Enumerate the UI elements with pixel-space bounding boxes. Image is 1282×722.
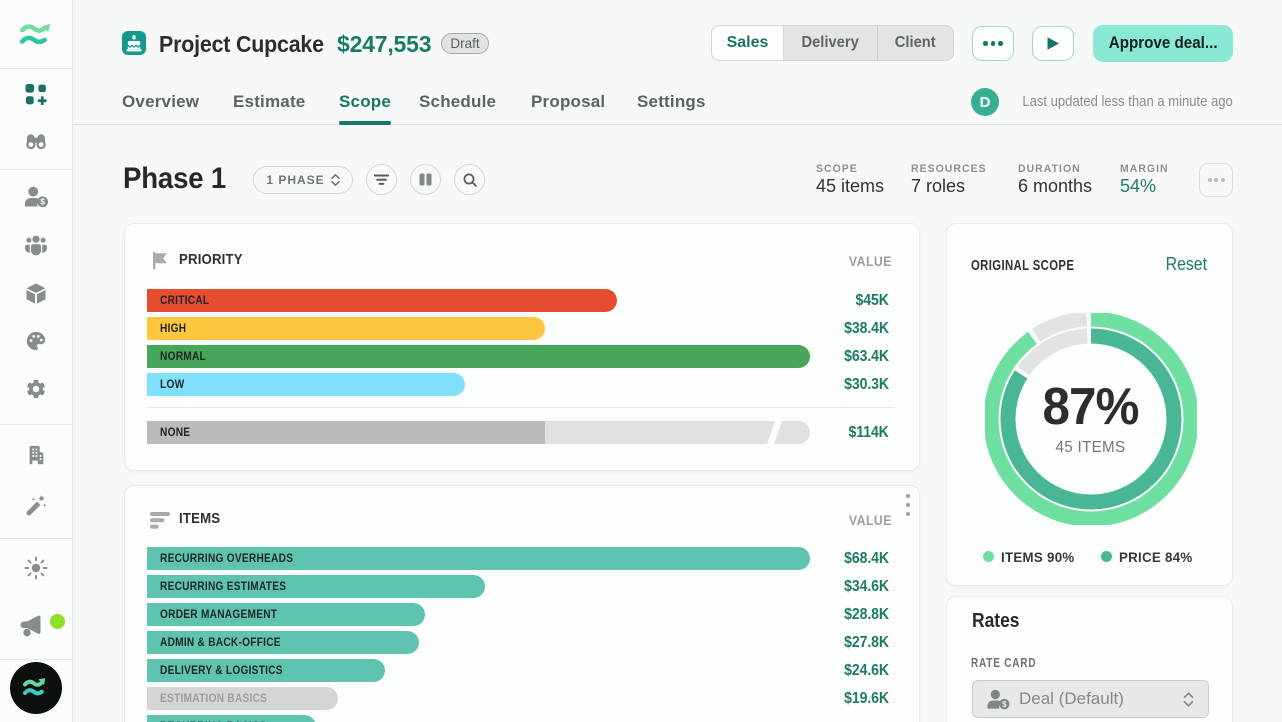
- svg-text:$: $: [40, 198, 45, 207]
- svg-text:$: $: [1002, 699, 1007, 708]
